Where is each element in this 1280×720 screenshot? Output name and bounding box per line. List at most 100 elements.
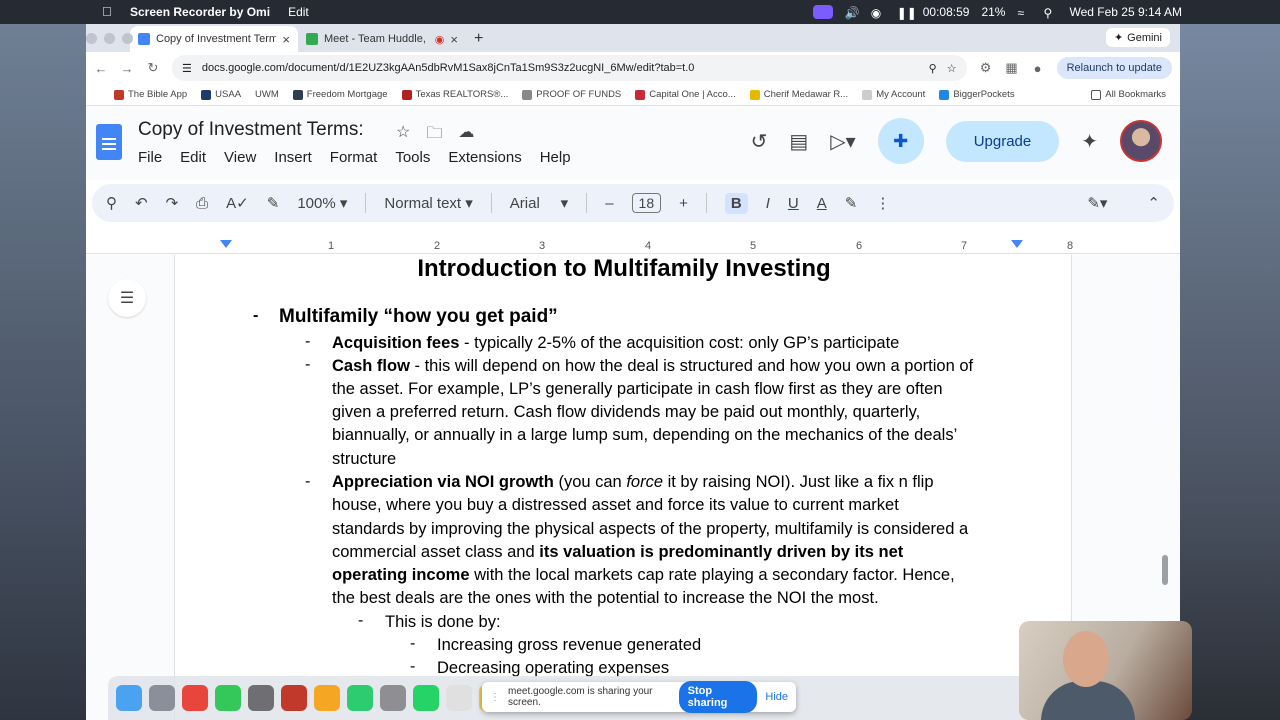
search-menus-icon[interactable]: ⚲	[106, 194, 117, 212]
scrollbar[interactable]	[1162, 555, 1168, 585]
star-icon[interactable]: ☆	[396, 122, 410, 149]
comments-icon[interactable]: ▤	[789, 129, 808, 154]
zoom-icon[interactable]: ⚲	[929, 62, 937, 75]
menu-extensions[interactable]: Extensions	[448, 149, 521, 166]
document-title[interactable]: Copy of Investment Terms:	[138, 119, 364, 141]
pause-icon[interactable]: ❚❚	[897, 6, 917, 20]
text-color-icon[interactable]: A	[817, 195, 827, 212]
menu-insert[interactable]: Insert	[274, 149, 312, 166]
puzzle-icon[interactable]: ▦	[1005, 60, 1019, 76]
collapse-menus-icon[interactable]: ⌃	[1147, 194, 1160, 212]
wifi-icon[interactable]: ≈	[1017, 6, 1031, 20]
upgrade-button[interactable]: Upgrade	[945, 120, 1060, 162]
underline-button[interactable]: U	[788, 195, 799, 212]
menu-format[interactable]: Format	[330, 149, 378, 166]
forward-icon[interactable]: →	[120, 61, 134, 76]
version-history-icon[interactable]: ↺	[751, 129, 768, 154]
document-page[interactable]: Introduction to Multifamily Investing - …	[174, 255, 1072, 720]
spellcheck-icon[interactable]: A✓	[226, 194, 249, 212]
bookmark-item[interactable]: Capital One | Acco...	[635, 89, 736, 100]
bookmark-item[interactable]: Cherif Medawar R...	[749, 89, 848, 100]
style-select[interactable]: Normal text ▾	[384, 194, 472, 213]
whatsapp-icon[interactable]	[413, 685, 439, 711]
zoom-window-button[interactable]	[122, 33, 133, 44]
all-bookmarks[interactable]: All Bookmarks	[1091, 89, 1166, 100]
bookmark-item[interactable]: UWM	[255, 89, 279, 100]
close-window-button[interactable]	[86, 33, 97, 44]
site-info-icon[interactable]: ☰	[182, 62, 192, 75]
menubar-clock[interactable]: Wed Feb 25 9:14 AM	[1069, 5, 1182, 19]
stop-sharing-button[interactable]: Stop sharing	[678, 681, 758, 713]
left-indent-marker[interactable]	[220, 240, 232, 248]
move-folder-icon[interactable]: 🗀	[426, 122, 442, 149]
volume-icon[interactable]: 🔊	[845, 6, 860, 20]
calculator-icon[interactable]	[248, 685, 274, 711]
webcam-preview[interactable]	[1019, 621, 1192, 720]
active-app-name[interactable]: Screen Recorder by Omi	[130, 5, 270, 19]
relaunch-button[interactable]: Relaunch to update	[1056, 57, 1172, 79]
bookmark-item[interactable]: USAA	[201, 89, 241, 100]
menu-view[interactable]: View	[224, 149, 256, 166]
facetime-icon[interactable]	[347, 685, 373, 711]
minimize-window-button[interactable]	[104, 33, 115, 44]
zoom-select[interactable]: 100% ▾	[297, 194, 347, 213]
reminders-icon[interactable]	[446, 685, 472, 711]
cloud-status-icon[interactable]: ☁	[458, 122, 474, 149]
screen-recorder-icon[interactable]	[812, 5, 833, 19]
bookmark-item[interactable]: My Account	[862, 89, 925, 100]
finder-icon[interactable]	[116, 685, 142, 711]
apple-icon[interactable]: 	[102, 5, 116, 19]
gemini-sparkle-icon[interactable]: ✦	[1081, 129, 1098, 154]
reload-icon[interactable]: ↻	[146, 60, 160, 76]
close-tab-icon[interactable]: ×	[450, 32, 458, 47]
avatar[interactable]	[1120, 120, 1162, 162]
redo-icon[interactable]: ↷	[166, 194, 179, 212]
contacts-icon[interactable]	[380, 685, 406, 711]
font-size-input[interactable]: 18	[631, 193, 662, 213]
right-indent-marker[interactable]	[1011, 240, 1023, 248]
bold-button[interactable]: B	[724, 192, 748, 214]
close-tab-icon[interactable]: ×	[282, 32, 290, 47]
tab-investment-terms[interactable]: Copy of Investment Terms: - ×	[130, 26, 298, 52]
editing-mode-icon[interactable]: ✎▾	[1087, 194, 1107, 212]
new-tab-button[interactable]: +	[474, 30, 483, 48]
increase-font-size-icon[interactable]: +	[679, 195, 688, 212]
gemini-button[interactable]: ✦ Gemini	[1105, 28, 1170, 47]
messages-icon[interactable]	[215, 685, 241, 711]
bookmark-item[interactable]: PROOF OF FUNDS	[522, 89, 621, 100]
menu-help[interactable]: Help	[540, 149, 571, 166]
chrome-icon[interactable]	[182, 685, 208, 711]
share-button[interactable]: ✚	[877, 118, 924, 164]
undo-icon[interactable]: ↶	[135, 194, 148, 212]
dictionary-icon[interactable]	[281, 685, 307, 711]
docs-logo-icon[interactable]	[96, 124, 122, 160]
more-options-icon[interactable]: ⋮	[875, 194, 890, 212]
hide-button[interactable]: Hide	[765, 691, 788, 703]
record-icon[interactable]: ◉	[871, 6, 885, 20]
profile-icon[interactable]: ●	[1031, 61, 1045, 76]
back-icon[interactable]: ←	[94, 61, 108, 76]
launchpad-icon[interactable]	[149, 685, 175, 711]
url-field[interactable]: ☰ docs.google.com/document/d/1E2UZ3kgAAn…	[172, 55, 967, 81]
print-icon[interactable]: ⎙	[196, 195, 208, 212]
paint-format-icon[interactable]: ✎	[267, 194, 280, 212]
bookmark-item[interactable]: Texas REALTORS®...	[401, 89, 508, 100]
bookmark-item[interactable]: BiggerPockets	[939, 89, 1015, 100]
bookmark-star-icon[interactable]: ☆	[947, 62, 957, 75]
drag-handle-icon[interactable]: ⋮	[490, 692, 500, 703]
highlight-pen-icon[interactable]: ✎	[845, 194, 858, 212]
bookmark-item[interactable]: The Bible App	[114, 89, 187, 100]
photos-icon[interactable]	[314, 685, 340, 711]
tab-google-meet[interactable]: Meet - Team Huddle, pro ◉ ×	[298, 26, 466, 52]
menu-edit[interactable]: Edit	[180, 149, 206, 166]
menu-tools[interactable]: Tools	[395, 149, 430, 166]
search-icon[interactable]: ⚲	[1043, 6, 1057, 20]
extension-icon[interactable]: ⚙	[979, 60, 993, 76]
menu-edit[interactable]: Edit	[288, 5, 309, 19]
meet-camera-icon[interactable]: ▷▾	[830, 129, 855, 154]
italic-button[interactable]: I	[766, 195, 770, 212]
font-select[interactable]: Arial ▾	[510, 194, 568, 213]
bookmark-item[interactable]: Freedom Mortgage	[292, 89, 388, 100]
decrease-font-size-icon[interactable]: –	[605, 195, 613, 212]
menu-file[interactable]: File	[138, 149, 162, 166]
